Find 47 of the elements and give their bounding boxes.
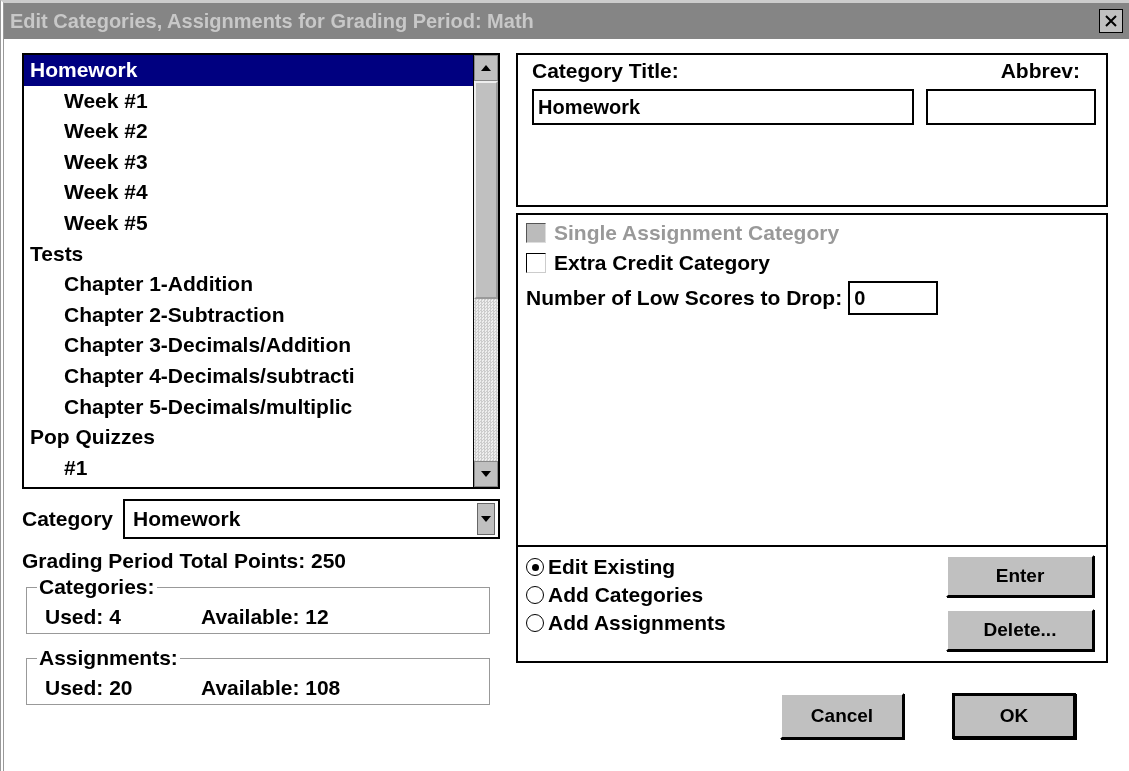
cancel-button[interactable]: Cancel [780, 693, 904, 739]
tree-item[interactable]: Chapter 2-Subtraction [24, 299, 473, 331]
category-title-field[interactable]: Homework [532, 89, 914, 125]
available-count: Available: 12 [201, 605, 329, 629]
tree-item[interactable]: Week #3 [24, 146, 473, 178]
category-dropdown[interactable]: Homework [123, 499, 500, 539]
down-arrow-icon [481, 471, 491, 477]
scroll-down-button[interactable] [474, 461, 498, 487]
radio-option[interactable]: Add Categories [526, 583, 726, 607]
group-title: Assignments: [38, 646, 179, 670]
ok-button[interactable]: OK [952, 693, 1076, 739]
abbrev-field[interactable] [926, 89, 1096, 125]
radio-option[interactable]: Add Assignments [526, 611, 726, 635]
checkbox[interactable]: Extra Credit Category [526, 251, 1098, 275]
radio-option[interactable]: Edit Existing [526, 555, 726, 579]
tree-item[interactable]: Chapter 4-Decimals/subtracti [24, 360, 473, 392]
tree-item[interactable]: Homework [24, 55, 473, 86]
tree-item[interactable]: Pop Quizzes [24, 422, 473, 453]
close-button[interactable] [1099, 9, 1123, 33]
abbrev-label: Abbrev: [1000, 59, 1080, 83]
tree-item[interactable]: Chapter 3-Decimals/Addition [24, 330, 473, 361]
delete-button[interactable]: Delete... [946, 609, 1094, 651]
tree-item[interactable]: Chapter 1-Addition [24, 269, 473, 300]
category-title-label: Category Title: [532, 59, 679, 83]
tree-item[interactable]: Chapter 5-Decimals/multiplic [24, 391, 473, 423]
group-title: Categories: [38, 575, 156, 599]
total-points: Grading Period Total Points: 250 [22, 549, 347, 573]
up-arrow-icon [481, 65, 491, 71]
window-title: Edit Categories, Assignments for Grading Period: Math [10, 9, 534, 33]
close-icon [1104, 14, 1118, 28]
tree-item[interactable]: Tests [24, 238, 473, 270]
used-count: Used: 20 [45, 676, 134, 700]
scroll-up-button[interactable] [474, 55, 498, 81]
tree-item[interactable]: Week #2 [24, 116, 473, 147]
enter-button[interactable]: Enter [946, 555, 1094, 597]
used-count: Used: 4 [45, 605, 122, 629]
drop-count-label: Number of Low Scores to Drop: [526, 286, 843, 310]
scrollbar[interactable] [473, 55, 498, 487]
available-count: Available: 108 [201, 676, 341, 700]
drop-count-field[interactable]: 0 [848, 281, 939, 315]
down-arrow-icon [481, 516, 491, 522]
tree-item[interactable]: Week #4 [24, 177, 473, 208]
scroll-thumb[interactable] [474, 81, 498, 299]
tree-item[interactable]: Week #1 [24, 85, 473, 117]
tree-item[interactable]: #1 [24, 452, 473, 484]
tree-item[interactable]: Week #5 [24, 207, 473, 239]
category-label: Category [22, 507, 114, 531]
